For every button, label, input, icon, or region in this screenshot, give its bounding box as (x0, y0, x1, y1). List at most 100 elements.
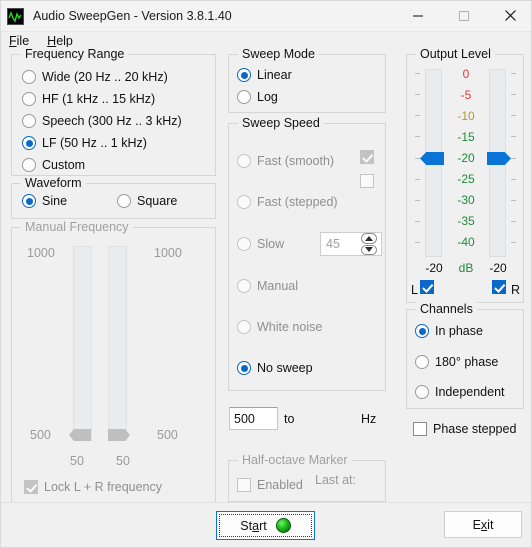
menu-help-mnemonic: H (47, 34, 57, 48)
radio-hf[interactable]: HF (1 kHz .. 15 kHz) (22, 92, 155, 106)
frequency-unit-label: Hz (361, 412, 377, 426)
radio-fast-stepped[interactable]: Fast (stepped) (237, 195, 338, 209)
radio-linear[interactable]: Linear (237, 68, 292, 82)
radio-180-phase-label: 180° phase (435, 355, 499, 369)
manual-right-top-label: 1000 (154, 246, 182, 260)
half-octave-enabled-box (237, 478, 251, 492)
sweep-speed-group: Sweep Speed Fast (smooth) Fast (stepped)… (228, 116, 386, 391)
start-label-pre: St (240, 518, 253, 533)
lock-lr-frequency-checkbox[interactable]: Lock L + R frequency (24, 480, 162, 494)
right-channel-box (492, 280, 506, 294)
radio-180-phase-indicator (415, 355, 429, 369)
radio-fast-stepped-label: Fast (stepped) (257, 195, 338, 209)
title-bar: Audio SweepGen - Version 3.8.1.40 (1, 1, 531, 32)
output-scale-40: -40 (457, 235, 475, 249)
radio-white-noise[interactable]: White noise (237, 320, 322, 334)
sweep-aux-checkbox-bottom[interactable] (360, 174, 374, 188)
radio-custom-indicator (22, 158, 36, 172)
radio-independent-indicator (415, 385, 429, 399)
radio-custom[interactable]: Custom (22, 158, 85, 172)
slow-speed-spinner[interactable]: 45 (320, 232, 382, 256)
phase-stepped-label: Phase stepped (433, 422, 517, 436)
menu-help[interactable]: Help (47, 34, 73, 48)
radio-in-phase[interactable]: In phase (415, 324, 483, 338)
exit-label-post: it (487, 517, 494, 532)
sweep-mode-legend: Sweep Mode (238, 47, 319, 61)
phase-stepped-checkbox[interactable]: Phase stepped (413, 422, 516, 436)
sweep-mode-group: Sweep Mode Linear Log (228, 47, 386, 113)
radio-square-indicator (117, 194, 131, 208)
radio-log[interactable]: Log (237, 90, 278, 104)
menu-help-rest: elp (56, 34, 73, 48)
spinner-up-icon[interactable] (361, 233, 377, 244)
sine-wave-icon (7, 7, 24, 25)
radio-linear-indicator (237, 68, 251, 82)
radio-wide[interactable]: Wide (20 Hz .. 20 kHz) (22, 70, 168, 84)
spinner-buttons[interactable] (360, 233, 378, 255)
sweep-aux-checkbox-top[interactable] (360, 150, 374, 164)
radio-independent[interactable]: Independent (415, 385, 505, 399)
radio-sine[interactable]: Sine (22, 194, 67, 208)
maximize-button[interactable] (441, 1, 487, 30)
start-label-post: rt (259, 518, 267, 533)
radio-log-label: Log (257, 90, 278, 104)
radio-independent-label: Independent (435, 385, 505, 399)
close-button[interactable] (487, 1, 531, 30)
output-left-value: -20 (425, 261, 443, 275)
output-scale-25: -25 (457, 172, 475, 186)
right-channel-checkbox[interactable] (492, 280, 506, 294)
radio-sine-indicator (22, 194, 36, 208)
radio-fast-smooth[interactable]: Fast (smooth) (237, 154, 334, 168)
radio-speech[interactable]: Speech (300 Hz .. 3 kHz) (22, 114, 182, 128)
output-level-legend: Output Level (416, 47, 495, 61)
exit-button[interactable]: Ex it (444, 511, 522, 538)
radio-log-indicator (237, 90, 251, 104)
output-scale-10: -10 (457, 109, 475, 123)
radio-slow[interactable]: Slow (237, 237, 284, 251)
minimize-button[interactable] (395, 1, 441, 30)
output-scale-30: -30 (457, 193, 475, 207)
left-channel-checkbox[interactable] (420, 280, 434, 294)
output-level-group: Output Level 0 -5 -10 -15 -20 -25 -30 -3… (406, 47, 524, 303)
application-window: Audio SweepGen - Version 3.8.1.40 File H… (0, 0, 532, 548)
manual-left-slider-track[interactable] (73, 246, 92, 441)
menu-file-rest: ile (16, 34, 30, 48)
start-frequency-input[interactable]: 500 (229, 407, 278, 430)
output-scale-15: -15 (457, 130, 475, 144)
output-right-slider-thumb[interactable] (487, 152, 511, 165)
start-button[interactable]: Start (216, 511, 315, 540)
radio-sine-label: Sine (42, 194, 68, 208)
phase-stepped-box (413, 422, 427, 436)
radio-in-phase-indicator (415, 324, 429, 338)
exit-label-pre: E (472, 517, 481, 532)
radio-180-phase[interactable]: 180° phase (415, 355, 498, 369)
radio-manual-indicator (237, 279, 251, 293)
radio-wide-label: Wide (20 Hz .. 20 kHz) (42, 70, 168, 84)
radio-no-sweep[interactable]: No sweep (237, 361, 313, 375)
waveform-legend: Waveform (21, 176, 86, 190)
manual-left-top-label: 1000 (27, 246, 55, 260)
radio-square[interactable]: Square (117, 194, 177, 208)
right-channel-label: R (511, 283, 521, 297)
menu-file[interactable]: File (9, 34, 29, 48)
output-left-slider-thumb[interactable] (420, 152, 444, 165)
radio-speech-indicator (22, 114, 36, 128)
output-scale-20: -20 (457, 151, 475, 165)
manual-frequency-group: Manual Frequency 1000 1000 500 500 50 50… (11, 220, 216, 505)
radio-slow-indicator (237, 237, 251, 251)
output-unit-label: dB (458, 261, 474, 275)
radio-fast-stepped-indicator (237, 195, 251, 209)
start-button-label: Start (240, 519, 266, 533)
channels-legend: Channels (416, 302, 477, 316)
half-octave-enabled-checkbox[interactable]: Enabled (237, 478, 303, 492)
radio-manual[interactable]: Manual (237, 279, 298, 293)
radio-lf[interactable]: LF (50 Hz .. 1 kHz) (22, 136, 147, 150)
output-scale-35: -35 (457, 214, 475, 228)
radio-hf-label: HF (1 kHz .. 15 kHz) (42, 92, 156, 106)
radio-white-noise-label: White noise (257, 320, 323, 334)
manual-right-slider-track[interactable] (108, 246, 127, 441)
left-channel-label: L (411, 283, 418, 297)
output-scale-5: -5 (460, 88, 472, 102)
spinner-down-icon[interactable] (361, 244, 377, 255)
half-octave-last-at-label: Last at: (315, 473, 356, 487)
